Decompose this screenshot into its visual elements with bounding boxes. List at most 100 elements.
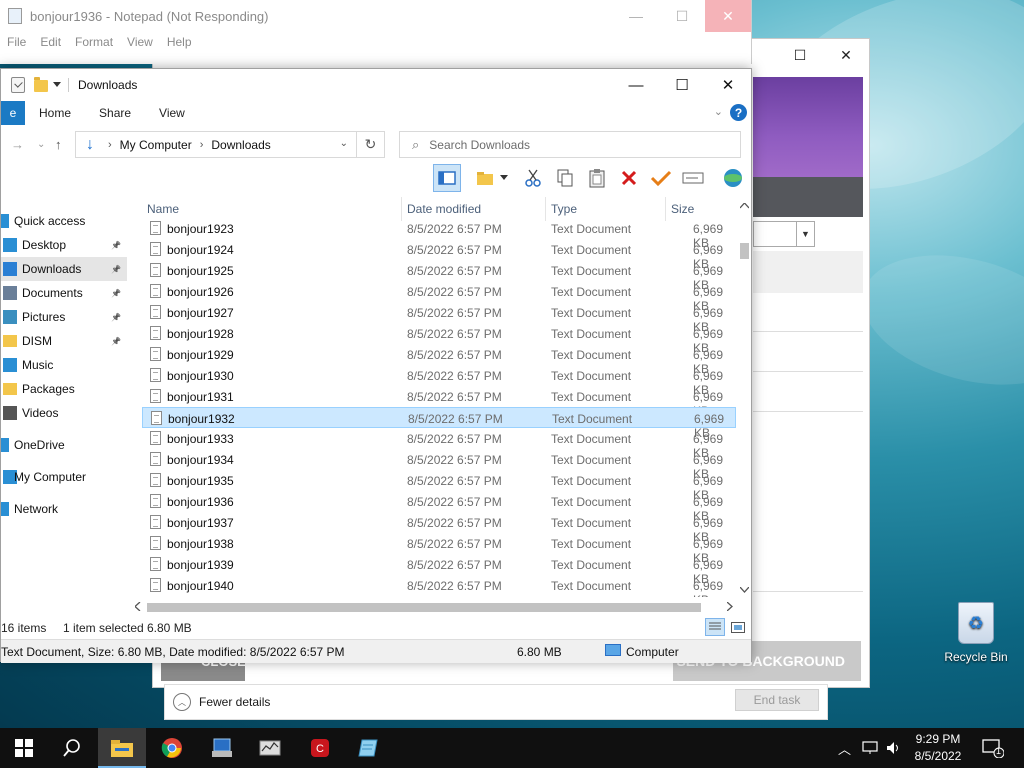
notepad-icon[interactable] bbox=[344, 728, 392, 768]
search-box[interactable]: ⌕ bbox=[399, 131, 741, 158]
vertical-scrollbar[interactable] bbox=[737, 197, 751, 597]
chrome-icon[interactable] bbox=[148, 728, 196, 768]
minimize-icon[interactable]: — bbox=[613, 0, 659, 32]
sidebar-item-my-computer[interactable]: My Computer bbox=[1, 465, 127, 489]
delete-icon[interactable] bbox=[615, 164, 643, 192]
copy-icon[interactable] bbox=[551, 164, 579, 192]
scroll-down-icon[interactable] bbox=[740, 587, 749, 593]
file-row[interactable]: bonjour1923 8/5/2022 6:57 PM Text Document… bbox=[142, 218, 736, 250]
file-row[interactable]: bonjour1938 8/5/2022 6:57 PM Text Document… bbox=[142, 533, 736, 565]
file-row[interactable]: bonjour1930 8/5/2022 6:57 PM Text Document… bbox=[142, 365, 736, 397]
file-row[interactable]: bonjour1931 8/5/2022 6:57 PM Text Document… bbox=[142, 386, 736, 418]
pin-icon[interactable]: 📌 bbox=[111, 289, 121, 298]
menu-help[interactable]: Help bbox=[167, 35, 192, 49]
chevron-right-icon[interactable]: › bbox=[108, 139, 112, 151]
notifications-icon[interactable]: 1 bbox=[982, 728, 1004, 768]
scroll-left-icon[interactable] bbox=[135, 602, 141, 611]
sidebar-item-onedrive[interactable]: OneDrive bbox=[1, 433, 127, 457]
file-row[interactable]: bonjour1929 8/5/2022 6:57 PM Text Document… bbox=[142, 344, 736, 376]
sidebar-item-packages[interactable]: Packages bbox=[1, 377, 127, 401]
close-icon[interactable]: ✕ bbox=[823, 39, 869, 71]
menu-edit[interactable]: Edit bbox=[40, 35, 61, 49]
rename-icon[interactable] bbox=[679, 164, 707, 192]
tab-file[interactable]: e bbox=[1, 101, 25, 125]
file-row[interactable]: bonjour1926 8/5/2022 6:57 PM Text Document… bbox=[142, 281, 736, 313]
forward-icon[interactable]: → bbox=[11, 137, 24, 152]
breadcrumb-my-computer[interactable]: My Computer bbox=[120, 138, 192, 152]
end-task-button[interactable]: End task bbox=[735, 689, 819, 711]
maximize-icon[interactable]: ☐ bbox=[777, 39, 823, 71]
search-icon[interactable] bbox=[48, 728, 96, 768]
menu-file[interactable]: File bbox=[7, 35, 26, 49]
fewer-details-link[interactable]: Fewer details bbox=[199, 695, 270, 709]
maximize-icon[interactable]: ☐ bbox=[659, 69, 705, 101]
sidebar-item-dism[interactable]: DISM 📌 bbox=[1, 329, 127, 353]
pin-icon[interactable]: 📌 bbox=[111, 265, 121, 274]
tab-share[interactable]: Share bbox=[99, 106, 131, 120]
maximize-icon[interactable]: ☐ bbox=[659, 0, 705, 32]
scroll-right-icon[interactable] bbox=[727, 602, 733, 611]
scroll-up-icon[interactable] bbox=[740, 203, 749, 209]
expand-ribbon-icon[interactable]: ⌄ bbox=[714, 105, 723, 118]
sidebar-item-videos[interactable]: Videos bbox=[1, 401, 127, 425]
chevron-up-icon[interactable]: ︿ bbox=[173, 693, 191, 711]
sidebar-item-pictures[interactable]: Pictures 📌 bbox=[1, 305, 127, 329]
file-row[interactable]: bonjour1940 8/5/2022 6:57 PM Text Document… bbox=[142, 575, 736, 597]
paste-icon[interactable] bbox=[583, 164, 611, 192]
file-row[interactable]: bonjour1924 8/5/2022 6:57 PM Text Document… bbox=[142, 239, 736, 271]
file-row[interactable]: bonjour1939 8/5/2022 6:57 PM Text Document… bbox=[142, 554, 736, 586]
scrollbar-thumb[interactable] bbox=[740, 243, 749, 259]
chevron-right-icon[interactable]: › bbox=[200, 139, 204, 151]
pin-icon[interactable]: 📌 bbox=[111, 337, 121, 346]
file-row[interactable]: bonjour1932 8/5/2022 6:57 PM Text Document… bbox=[142, 407, 736, 440]
recent-locations-icon[interactable]: ⌄ bbox=[37, 139, 45, 150]
system-monitor-icon[interactable] bbox=[246, 728, 294, 768]
properties-icon[interactable] bbox=[11, 77, 25, 93]
tab-view[interactable]: View bbox=[159, 106, 185, 120]
chevron-down-icon[interactable] bbox=[497, 164, 511, 192]
chevron-down-icon[interactable]: ▼ bbox=[796, 222, 814, 246]
large-icons-view-icon[interactable] bbox=[729, 619, 747, 635]
start-icon[interactable] bbox=[0, 728, 48, 768]
clock[interactable]: 9:29 PM 8/5/2022 bbox=[900, 731, 976, 765]
sidebar-item-documents[interactable]: Documents 📌 bbox=[1, 281, 127, 305]
horizontal-scrollbar[interactable] bbox=[133, 599, 737, 615]
minimize-icon[interactable]: — bbox=[613, 69, 659, 101]
app-installer-icon[interactable] bbox=[198, 728, 246, 768]
menu-format[interactable]: Format bbox=[75, 35, 113, 49]
sidebar-item-quick-access[interactable]: Quick access bbox=[1, 209, 127, 233]
file-row[interactable]: bonjour1934 8/5/2022 6:57 PM Text Document… bbox=[142, 449, 736, 481]
file-row[interactable]: bonjour1927 8/5/2022 6:57 PM Text Document… bbox=[142, 302, 736, 334]
file-explorer-icon[interactable] bbox=[98, 728, 146, 768]
file-row[interactable]: bonjour1935 8/5/2022 6:57 PM Text Document… bbox=[142, 470, 736, 502]
up-arrow-icon[interactable]: ↑ bbox=[55, 137, 62, 152]
tab-home[interactable]: Home bbox=[39, 106, 71, 120]
sidebar-item-downloads[interactable]: Downloads 📌 bbox=[1, 257, 127, 281]
file-row[interactable]: bonjour1925 8/5/2022 6:57 PM Text Document… bbox=[142, 260, 736, 292]
close-icon[interactable]: ✕ bbox=[705, 0, 751, 32]
pin-icon[interactable]: 📌 bbox=[111, 241, 121, 250]
preview-pane-icon[interactable] bbox=[433, 164, 461, 192]
red-app-icon[interactable]: C bbox=[296, 728, 344, 768]
search-input[interactable] bbox=[429, 137, 710, 152]
new-folder-icon[interactable] bbox=[34, 77, 48, 92]
close-icon[interactable]: ✕ bbox=[705, 69, 751, 101]
address-bar[interactable]: ↓ › My Computer › Downloads ⌄ bbox=[75, 131, 357, 158]
new-folder-icon[interactable] bbox=[471, 164, 499, 192]
menu-view[interactable]: View bbox=[127, 35, 153, 49]
network-icon[interactable] bbox=[862, 728, 880, 768]
recycle-bin-shortcut[interactable]: ♻ Recycle Bin bbox=[942, 602, 1010, 664]
globe-icon[interactable] bbox=[719, 164, 747, 192]
sidebar-item-desktop[interactable]: Desktop 📌 bbox=[1, 233, 127, 257]
cut-icon[interactable] bbox=[519, 164, 547, 192]
checkmark-icon[interactable] bbox=[647, 164, 675, 192]
chevron-down-icon[interactable]: ⌄ bbox=[340, 138, 348, 149]
file-row[interactable]: bonjour1937 8/5/2022 6:57 PM Text Document… bbox=[142, 512, 736, 544]
file-row[interactable]: bonjour1933 8/5/2022 6:57 PM Text Document… bbox=[142, 428, 736, 460]
scrollbar-thumb[interactable] bbox=[147, 603, 701, 612]
breadcrumb-downloads[interactable]: Downloads bbox=[211, 138, 270, 152]
file-row[interactable]: bonjour1928 8/5/2022 6:57 PM Text Document… bbox=[142, 323, 736, 355]
file-row[interactable]: bonjour1936 8/5/2022 6:57 PM Text Document… bbox=[142, 491, 736, 523]
sidebar-item-music[interactable]: Music bbox=[1, 353, 127, 377]
details-view-icon[interactable] bbox=[705, 618, 725, 636]
